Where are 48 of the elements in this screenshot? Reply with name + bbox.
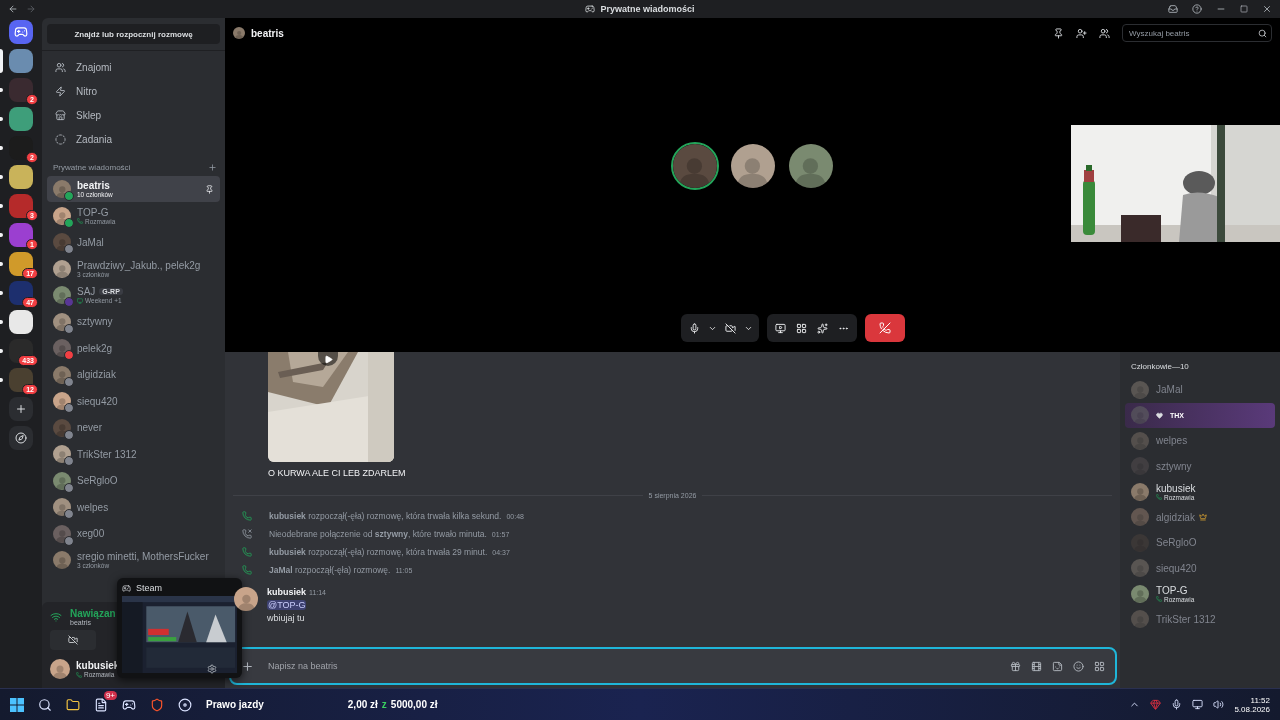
- dm-item[interactable]: never: [47, 414, 220, 441]
- dm-item[interactable]: welpes: [47, 494, 220, 520]
- message-text: O KURWA ALE CI LEB ZDARLEM: [268, 468, 407, 478]
- member-item[interactable]: TrikSter 1312: [1125, 606, 1275, 632]
- message-field[interactable]: Napisz na beatris: [266, 660, 998, 672]
- dm-item[interactable]: SeRgloO: [47, 467, 220, 494]
- username: kubusiek: [76, 660, 120, 671]
- member-item[interactable]: algidziak: [1125, 504, 1275, 530]
- window-title: Prywatne wiadomości: [600, 4, 695, 14]
- goal-amount: 5000,00 zł: [390, 699, 438, 710]
- clock-time: 11:52: [1250, 695, 1270, 705]
- nav-item[interactable]: Sklep: [47, 103, 220, 127]
- dm-item[interactable]: xeg00: [47, 520, 220, 547]
- message-author: kubusiek: [267, 587, 306, 597]
- search-button[interactable]: Znajdź lub rozpocznij rozmowę: [47, 24, 220, 44]
- notification-badge: 9+: [103, 690, 117, 700]
- nav-item[interactable]: Nitro: [47, 79, 220, 103]
- voice-status: Nawiązan: [70, 608, 116, 619]
- progress-separator: z: [381, 699, 387, 710]
- search-field[interactable]: Wyszukaj beatris: [1127, 27, 1254, 39]
- member-item[interactable]: SeRgloO: [1125, 530, 1275, 556]
- call-log-entry: Nieodebrane połączenie od sztywny, które trwało minuta.: [269, 529, 487, 539]
- taskbar-label: Prawo jazdy: [206, 699, 264, 710]
- dm-item[interactable]: pelek2g: [47, 335, 220, 361]
- call-log-entry: JaMal rozpoczął(-ęła) rozmowę.: [269, 565, 391, 575]
- popup-title: Steam: [136, 583, 162, 593]
- message-composer[interactable]: Napisz na beatris: [229, 647, 1117, 685]
- message-text: wbiujaj tu: [267, 613, 305, 623]
- section-title: Prywatne wiadomości: [53, 163, 131, 172]
- nav-item[interactable]: Zadania: [47, 127, 220, 151]
- search-box[interactable]: Wyszukaj beatris: [1122, 24, 1272, 42]
- member-item[interactable]: welpes: [1125, 428, 1275, 454]
- call-log-entry: kubusiek rozpoczął(-ęła) rozmowę, która trwała 29 minut.: [269, 547, 488, 557]
- dm-item[interactable]: siequ420: [47, 388, 220, 414]
- progress-amount: 2,00 zł: [347, 699, 378, 710]
- member-item[interactable]: sztywny: [1125, 453, 1275, 479]
- channel-name: beatris: [251, 27, 284, 39]
- dm-item[interactable]: JaMal: [47, 229, 220, 255]
- clock-date: 5.08.2026: [1234, 704, 1270, 714]
- dm-item[interactable]: algidziak: [47, 361, 220, 388]
- nav-item[interactable]: Znajomi: [47, 55, 220, 79]
- member-item[interactable]: JaMal: [1125, 377, 1275, 403]
- member-item[interactable]: siequ420: [1125, 555, 1275, 581]
- mention-link[interactable]: @TOP-G: [267, 600, 307, 610]
- call-log-entry: kubusiek rozpoczął(-ęła) rozmowę, która trwała kilka sekund.: [269, 511, 502, 521]
- dm-item[interactable]: sztywny: [47, 308, 220, 335]
- dm-item[interactable]: TrikSter 1312: [47, 441, 220, 467]
- members-title: Członkowie—10: [1130, 362, 1190, 373]
